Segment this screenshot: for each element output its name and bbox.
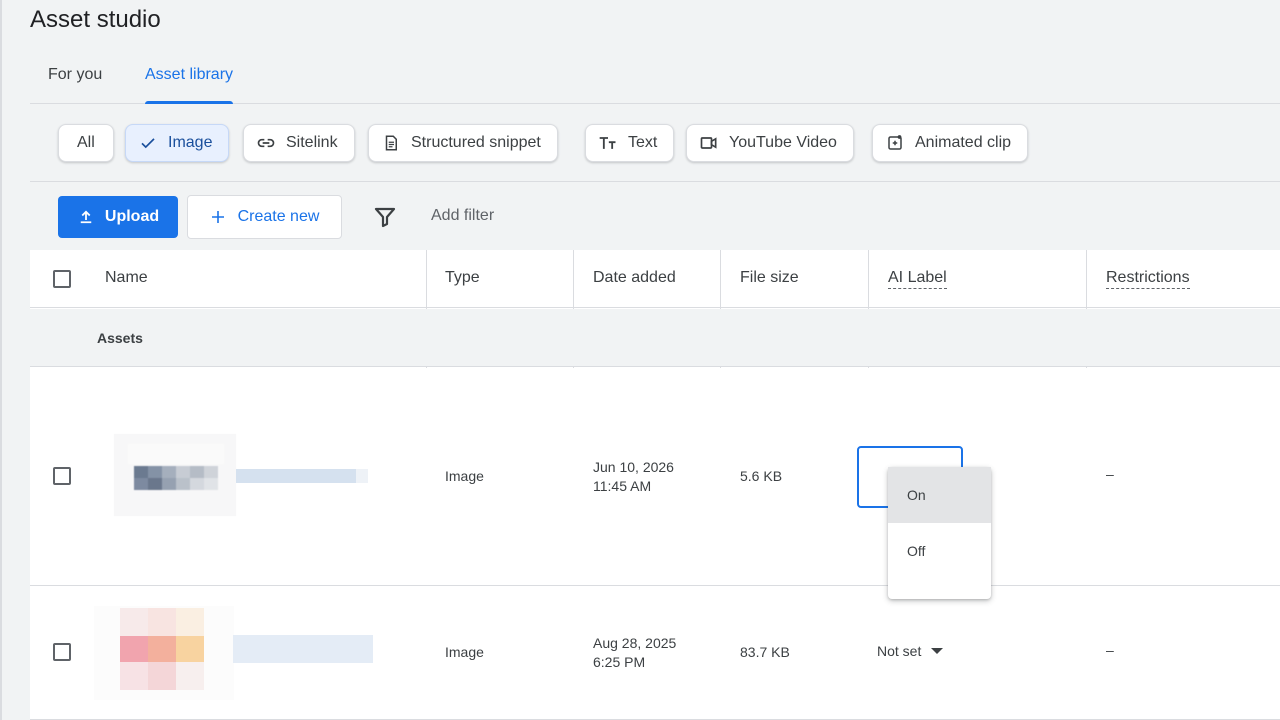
column-header-name[interactable]: Name (105, 269, 148, 287)
column-header-type[interactable]: Type (445, 269, 480, 287)
row-checkbox[interactable] (53, 643, 71, 661)
table-row: Image Jun 10, 2026 11:45 AM 5.6 KB – (30, 368, 1280, 586)
asset-name-placeholder (356, 469, 368, 483)
animated-clip-icon (885, 133, 905, 153)
chip-label: All (77, 134, 95, 151)
asset-file-size: 5.6 KB (740, 468, 783, 484)
upload-icon (77, 208, 95, 226)
link-icon (256, 133, 276, 153)
page-title: Asset studio (30, 6, 161, 33)
create-new-label: Create new (237, 208, 320, 225)
column-header-date-added[interactable]: Date added (593, 269, 676, 287)
ai-label-option-off[interactable]: Off (888, 523, 991, 579)
check-icon (138, 133, 158, 153)
video-camera-icon (699, 133, 719, 153)
asset-type-filter-chips: All Image Sitelink Structured snippet Te… (30, 104, 1280, 182)
tab-bar: For you Asset library (30, 56, 1280, 104)
section-header-assets: Assets (30, 309, 1280, 367)
asset-file-size: 83.7 KB (740, 644, 790, 660)
asset-type: Image (445, 468, 484, 484)
asset-time: 6:25 PM (593, 654, 646, 670)
window-edge (0, 0, 2, 720)
chip-structured-snippet[interactable]: Structured snippet (368, 124, 558, 162)
asset-name-placeholder[interactable] (233, 635, 373, 663)
chip-all[interactable]: All (58, 124, 114, 162)
tab-asset-library[interactable]: Asset library (145, 56, 234, 104)
column-header-restrictions[interactable]: Restrictions (1106, 269, 1190, 289)
chip-text[interactable]: Text (585, 124, 675, 162)
table-header: Name Type Date added File size AI Label … (30, 250, 1280, 308)
caret-down-icon (931, 647, 944, 655)
asset-time: 11:45 AM (593, 478, 652, 494)
asset-thumbnail[interactable] (94, 606, 234, 700)
asset-thumbnail[interactable] (114, 434, 236, 516)
asset-type: Image (445, 644, 484, 660)
ai-label-value: Not set (877, 643, 922, 659)
create-new-button[interactable]: Create new (187, 195, 342, 239)
chip-animated-clip[interactable]: Animated clip (872, 124, 1029, 162)
ai-label-option-on[interactable]: On (888, 467, 991, 523)
section-label: Assets (97, 330, 143, 346)
ai-label-select[interactable]: Not set (877, 643, 944, 659)
chip-label: Sitelink (286, 134, 338, 151)
asset-date: Jun 10, 2026 (593, 459, 674, 475)
text-format-icon (598, 133, 618, 153)
chip-youtube-video[interactable]: YouTube Video (686, 124, 854, 162)
chip-image[interactable]: Image (125, 124, 230, 162)
column-header-ai-label[interactable]: AI Label (888, 269, 947, 289)
document-icon (381, 133, 401, 153)
chip-label: Structured snippet (411, 134, 541, 151)
chip-label: Text (628, 134, 658, 151)
row-checkbox[interactable] (53, 467, 71, 485)
asset-restrictions: – (1106, 642, 1114, 658)
asset-table: Name Type Date added File size AI Label … (30, 250, 1280, 720)
upload-button[interactable]: Upload (58, 196, 178, 238)
table-row: Image Aug 28, 2025 6:25 PM 83.7 KB – (30, 586, 1280, 720)
column-header-file-size[interactable]: File size (740, 269, 799, 287)
chip-label: Image (168, 134, 213, 151)
upload-label: Upload (104, 208, 160, 225)
tab-for-you[interactable]: For you (48, 56, 102, 104)
chip-label: Animated clip (915, 134, 1012, 151)
chip-sitelink[interactable]: Sitelink (243, 124, 355, 162)
add-filter-button[interactable]: Add filter (431, 207, 494, 225)
asset-toolbar: Upload Create new Add filter (30, 182, 1280, 250)
ai-label-menu: On Off (888, 467, 991, 599)
asset-date: Aug 28, 2025 (593, 635, 677, 651)
filter-icon[interactable] (373, 205, 397, 229)
chip-label: YouTube Video (729, 134, 837, 151)
asset-restrictions: – (1106, 466, 1114, 482)
plus-icon (210, 209, 226, 225)
asset-name-placeholder[interactable] (236, 469, 356, 483)
select-all-checkbox[interactable] (53, 270, 71, 288)
